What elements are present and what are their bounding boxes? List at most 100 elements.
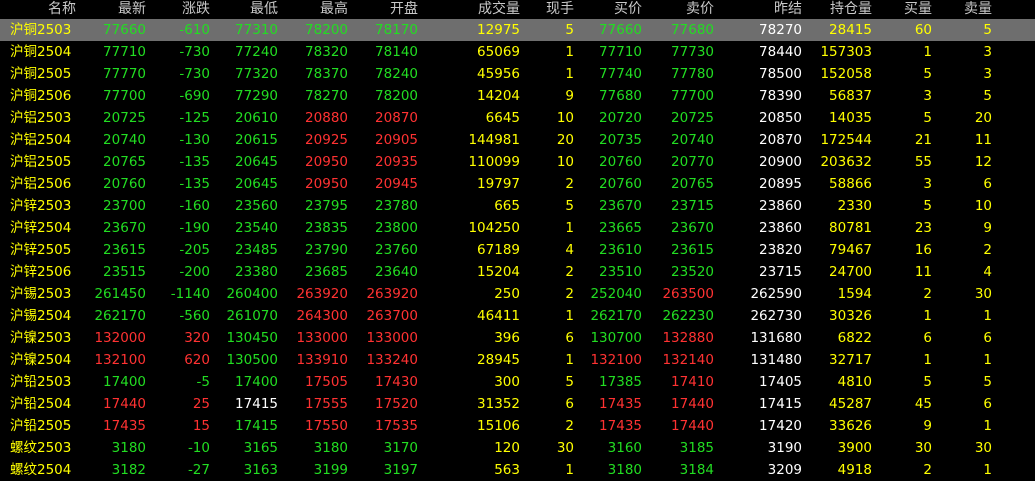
cell-low: 20615: [235, 132, 278, 148]
cell-bid-qty: 5: [923, 66, 932, 82]
cell-open-interest: 6822: [837, 330, 872, 346]
cell-open-interest: 24700: [829, 264, 872, 280]
column-header-ask-qty[interactable]: 卖量: [940, 0, 992, 19]
table-row[interactable]: 沪锌2504 23670 -190 23540 23835 23800 104250 1 236…: [0, 217, 1035, 239]
cell-open-interest: 1594: [837, 286, 872, 302]
cell-change: -27: [187, 462, 210, 478]
column-header-open-interest[interactable]: 持仓量: [808, 0, 872, 19]
cell-prev-settle: 78390: [759, 88, 802, 104]
table-row[interactable]: 沪镍2503 132000 320 130450 133000 133000 396 6 130…: [0, 327, 1035, 349]
cell-volume: 110099: [468, 154, 520, 170]
cell-ask: 77730: [671, 44, 714, 60]
cell-low: 20645: [235, 154, 278, 170]
cell-name: 沪镍2504: [10, 352, 72, 368]
cell-last: 20725: [103, 110, 146, 126]
table-row[interactable]: 沪铜2506 77700 -690 77290 78270 78200 14204 9 7768…: [0, 85, 1035, 107]
table-row[interactable]: 沪铝2504 20740 -130 20615 20925 20905 144981 20 20…: [0, 129, 1035, 151]
table-row[interactable]: 螺纹2504 3182 -27 3163 3199 3197 563 1 3180 3184 320…: [0, 459, 1035, 481]
cell-prev-settle: 17405: [759, 374, 802, 390]
table-row[interactable]: 沪铅2503 17400 -5 17400 17505 17430 300 5 17385 174…: [0, 371, 1035, 393]
table-row[interactable]: 沪镍2504 132100 620 130500 133910 133240 28945 1 1…: [0, 349, 1035, 371]
column-header-bid-qty[interactable]: 买量: [880, 0, 932, 19]
cell-change: -125: [179, 110, 210, 126]
table-row[interactable]: 沪锡2504 262170 -560 261070 264300 263700 46411 1…: [0, 305, 1035, 327]
cell-change: -5: [196, 374, 210, 390]
cell-name: 沪锌2503: [10, 198, 72, 214]
cell-current: 2: [565, 286, 574, 302]
table-row[interactable]: 沪锡2503 261450 -1140 260400 263920 263920 250 2 2…: [0, 283, 1035, 305]
cell-change: 15: [192, 418, 210, 434]
cell-current: 5: [565, 22, 574, 38]
cell-open-interest: 152058: [820, 66, 872, 82]
column-header-high[interactable]: 最高: [282, 0, 348, 19]
cell-open: 3170: [383, 440, 418, 456]
cell-current: 2: [565, 176, 574, 192]
table-row[interactable]: 螺纹2503 3180 -10 3165 3180 3170 120 30 3160 3185 31…: [0, 437, 1035, 459]
cell-ask: 20725: [671, 110, 714, 126]
table-row[interactable]: 沪铝2505 20765 -135 20645 20950 20935 110099 10 20…: [0, 151, 1035, 173]
table-row[interactable]: 沪锌2505 23615 -205 23485 23790 23760 67189 4 2361…: [0, 239, 1035, 261]
column-header-bid[interactable]: 买价: [578, 0, 642, 19]
cell-bid-qty: 45: [914, 396, 932, 412]
cell-bid-qty: 2: [923, 286, 932, 302]
cell-high: 78320: [305, 44, 348, 60]
cell-current: 30: [556, 440, 574, 456]
cell-ask: 23670: [671, 220, 714, 236]
cell-name: 沪铅2503: [10, 374, 72, 390]
cell-current: 2: [565, 264, 574, 280]
table-row[interactable]: 沪锌2506 23515 -200 23380 23685 23640 15204 2 2351…: [0, 261, 1035, 283]
cell-change: 320: [184, 330, 210, 346]
cell-last: 23515: [103, 264, 146, 280]
cell-name: 沪铝2503: [10, 110, 72, 126]
table-row[interactable]: 沪铝2506 20760 -135 20645 20950 20945 19797 2 2076…: [0, 173, 1035, 195]
cell-bid: 23665: [599, 220, 642, 236]
table-row[interactable]: 沪铅2504 17440 25 17415 17555 17520 31352 6 17435 1…: [0, 393, 1035, 415]
column-header-low[interactable]: 最低: [214, 0, 278, 19]
cell-low: 130450: [226, 330, 278, 346]
column-header-ask[interactable]: 卖价: [644, 0, 714, 19]
cell-bid: 17385: [599, 374, 642, 390]
cell-bid: 132100: [590, 352, 642, 368]
cell-volume: 46411: [477, 308, 520, 324]
cell-low: 77320: [235, 66, 278, 82]
cell-prev-settle: 23715: [759, 264, 802, 280]
cell-low: 77310: [235, 22, 278, 38]
table-row[interactable]: 沪锌2503 23700 -160 23560 23795 23780 665 5 23670 2…: [0, 195, 1035, 217]
column-header-change[interactable]: 涨跌: [148, 0, 210, 19]
column-header-last[interactable]: 最新: [86, 0, 146, 19]
cell-open-interest: 56837: [829, 88, 872, 104]
cell-last: 132000: [94, 330, 146, 346]
cell-low: 3163: [243, 462, 278, 478]
cell-name: 沪铅2505: [10, 418, 72, 434]
cell-high: 23790: [305, 242, 348, 258]
cell-bid: 3160: [607, 440, 642, 456]
cell-open-interest: 4918: [837, 462, 872, 478]
table-row[interactable]: 沪铝2503 20725 -125 20610 20880 20870 6645 10 2072…: [0, 107, 1035, 129]
cell-change: -190: [179, 220, 210, 236]
cell-volume: 15106: [477, 418, 520, 434]
cell-volume: 19797: [477, 176, 520, 192]
table-row[interactable]: 沪铜2503 77660 -610 77310 78200 78170 12975 5 7766…: [0, 19, 1035, 41]
cell-ask-qty: 1: [983, 352, 992, 368]
table-row[interactable]: 沪铜2504 77710 -730 77240 78320 78140 65069 1 7771…: [0, 41, 1035, 63]
column-header-prev-settle[interactable]: 昨结: [740, 0, 802, 19]
column-header-current[interactable]: 现手: [526, 0, 574, 19]
cell-open-interest: 30326: [829, 308, 872, 324]
cell-current: 6: [565, 396, 574, 412]
cell-open-interest: 32717: [829, 352, 872, 368]
cell-volume: 31352: [477, 396, 520, 412]
cell-open-interest: 79467: [829, 242, 872, 258]
cell-last: 23670: [103, 220, 146, 236]
cell-last: 77700: [103, 88, 146, 104]
cell-low: 77290: [235, 88, 278, 104]
table-row[interactable]: 沪铅2505 17435 15 17415 17550 17535 15106 2 17435 1…: [0, 415, 1035, 437]
cell-prev-settle: 20900: [759, 154, 802, 170]
column-header-volume[interactable]: 成交量: [440, 0, 520, 19]
cell-bid-qty: 30: [914, 440, 932, 456]
column-header-open[interactable]: 开盘: [352, 0, 418, 19]
cell-bid-qty: 9: [923, 418, 932, 434]
cell-ask: 17440: [671, 396, 714, 412]
table-row[interactable]: 沪铜2505 77770 -730 77320 78370 78240 45956 1 7774…: [0, 63, 1035, 85]
cell-volume: 120: [494, 440, 520, 456]
cell-bid-qty: 1: [923, 308, 932, 324]
